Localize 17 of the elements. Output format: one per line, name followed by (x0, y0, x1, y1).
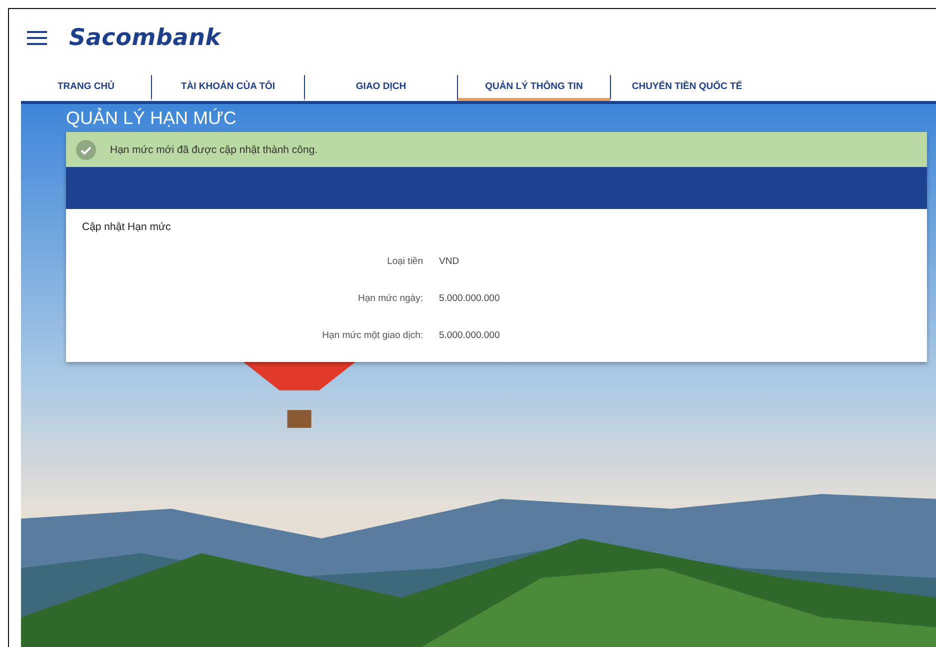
page-title: QUẢN LÝ HẠN MỨC (66, 106, 238, 130)
alert-message: Hạn mức mới đã được cập nhật thành công. (110, 144, 318, 156)
nav-tab[interactable]: QUẢN LÝ THÔNG TIN (457, 75, 610, 101)
check-icon (76, 140, 96, 160)
nav-tab[interactable]: TRANG CHỦ (21, 75, 151, 101)
nav-tab[interactable]: TÀI KHOẢN CỦA TÔI (151, 75, 304, 101)
form-title: Cập nhật Hạn mức (82, 221, 172, 233)
logo[interactable]: Sacombank (69, 25, 221, 51)
field-label: Hạn mức một giao dịch: (321, 330, 423, 341)
field-value: VND (439, 256, 460, 267)
field-label: Loại tiền (386, 256, 423, 267)
nav-tab[interactable]: CHUYỂN TIỀN QUỐC TẾ (610, 75, 763, 101)
field-label: Hạn mức ngày: (357, 293, 423, 304)
field-value: 5.000.000.000 (439, 293, 501, 304)
menu-icon[interactable] (27, 31, 47, 45)
nav-tab[interactable]: GIAO DỊCH (304, 75, 457, 101)
field-value: 5.000.000.000 (439, 330, 501, 341)
